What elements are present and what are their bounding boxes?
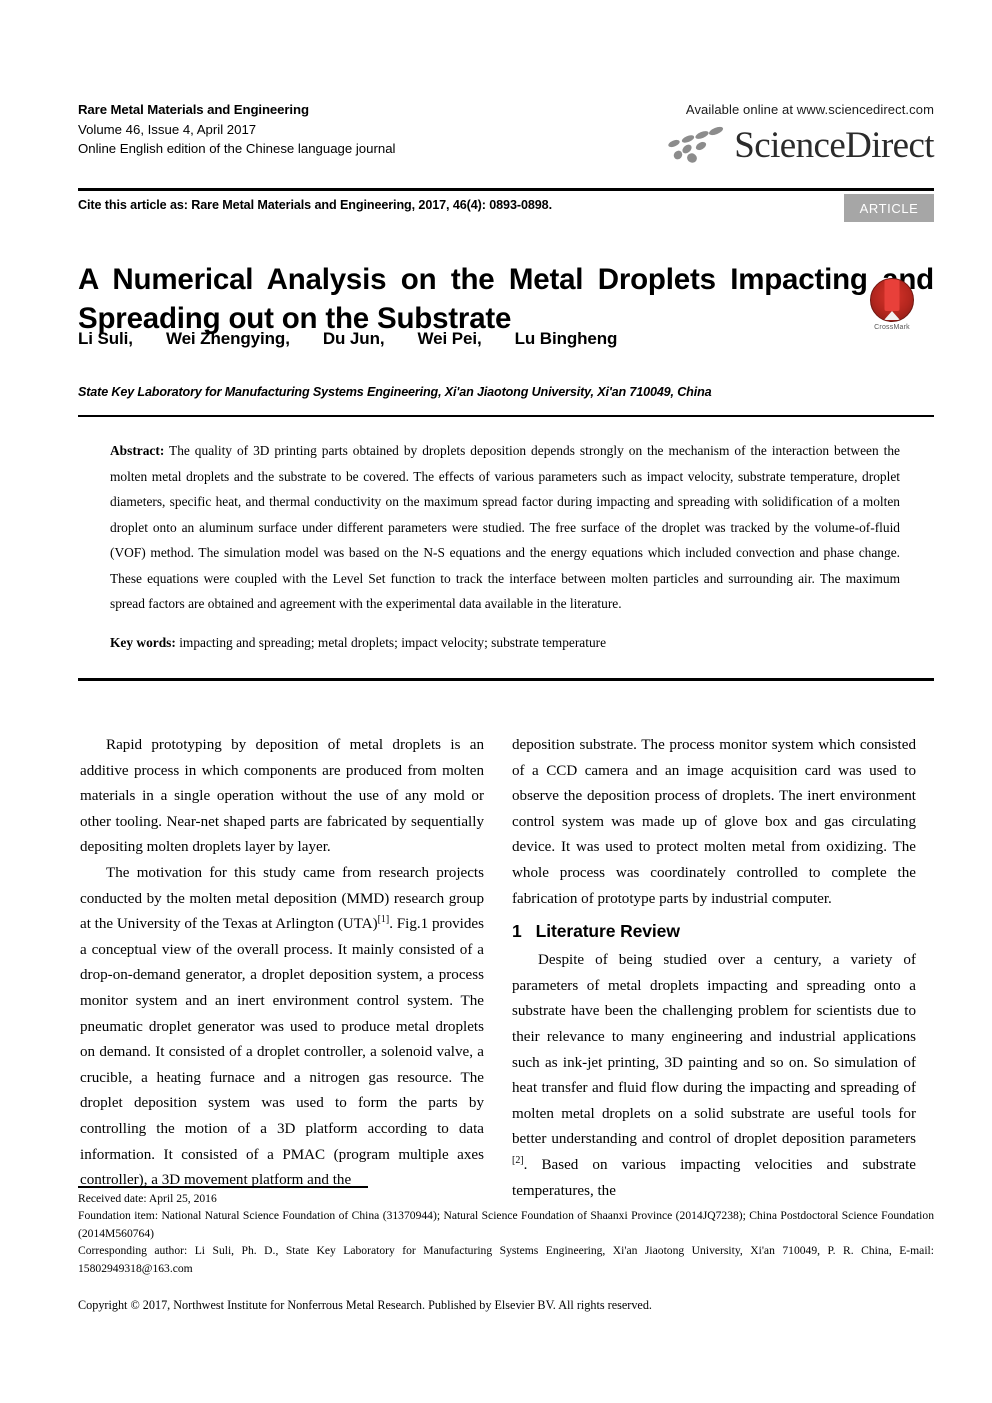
paragraph-text: . Fig.1 provides a conceptual view of th… <box>80 916 484 1189</box>
paper-page: Rare Metal Materials and Engineering Vol… <box>0 0 992 1403</box>
keywords-body: impacting and spreading; metal droplets;… <box>175 635 607 650</box>
article-type-badge: ARTICLE <box>844 194 934 222</box>
foundation-item: Foundation item: National Natural Scienc… <box>78 1209 934 1240</box>
author-name[interactable]: Du Jun, <box>323 329 385 348</box>
citation-ref[interactable]: [2] <box>512 1155 524 1166</box>
crossmark-badge[interactable]: CrossMark <box>864 278 920 334</box>
corresponding-author: Corresponding author: Li Suli, Ph. D., S… <box>78 1244 934 1275</box>
paragraph-text: Despite of being studied over a century,… <box>512 952 916 1148</box>
section-title: Literature Review <box>535 921 680 942</box>
affiliation: State Key Laboratory for Manufacturing S… <box>78 385 712 399</box>
copyright-notice: Copyright © 2017, Northwest Institute fo… <box>78 1298 652 1312</box>
sciencedirect-branding: Available online at www.sciencedirect.co… <box>604 102 935 166</box>
keywords: Key words: impacting and spreading; meta… <box>110 632 900 653</box>
author-name[interactable]: Li Suli, <box>78 329 133 348</box>
citation-text: Cite this article as: Rare Metal Materia… <box>78 198 552 212</box>
abstract-bottom-divider <box>78 678 934 681</box>
masthead: Rare Metal Materials and Engineering Vol… <box>78 100 935 186</box>
header-divider <box>78 188 934 191</box>
crossmark-icon <box>870 278 914 322</box>
abstract-label: Abstract: <box>110 443 165 458</box>
received-date: Received date: April 25, 2016 <box>78 1192 217 1205</box>
sciencedirect-wordmark: ScienceDirect <box>734 124 934 166</box>
journal-edition-note: Online English edition of the Chinese la… <box>78 141 396 156</box>
author-name[interactable]: Lu Bingheng <box>515 329 618 348</box>
sciencedirect-swoosh-icon <box>654 124 730 166</box>
body-column-right: deposition substrate. The process monito… <box>512 733 916 1204</box>
citation-ref[interactable]: [1] <box>378 914 390 925</box>
author-list: Li Suli, Wei Zhengying, Du Jun, Wei Pei, Lu … <box>78 329 934 349</box>
paragraph: Rapid prototyping by deposition of metal… <box>80 737 484 856</box>
available-online-text: Available online at www.sciencedirect.co… <box>685 102 934 117</box>
keywords-label: Key words: <box>110 635 176 650</box>
paragraph: deposition substrate. The process monito… <box>512 737 916 907</box>
sciencedirect-logo: ScienceDirect <box>604 124 935 166</box>
author-name[interactable]: Wei Zhengying, <box>166 329 290 348</box>
footnotes: Received date: April 25, 2016 Foundation… <box>78 1190 934 1277</box>
section-heading-literature-review: 1 Literature Review <box>512 919 916 943</box>
paragraph: The motivation for this study came from … <box>80 861 484 1194</box>
journal-volume-issue: Volume 46, Issue 4, April 2017 <box>78 121 257 137</box>
abstract-top-divider <box>78 415 934 417</box>
body-column-left: Rapid prototyping by deposition of metal… <box>80 733 484 1194</box>
paragraph: Despite of being studied over a century,… <box>512 948 916 1204</box>
footnote-divider <box>78 1186 368 1188</box>
journal-name: Rare Metal Materials and Engineering <box>78 102 309 117</box>
title-line-1: A Numerical Analysis on the Metal Drople… <box>78 262 934 296</box>
author-name[interactable]: Wei Pei, <box>417 329 481 348</box>
abstract: Abstract: The quality of 3D printing par… <box>110 438 900 617</box>
abstract-body: The quality of 3D printing parts obtaine… <box>110 443 900 611</box>
journal-info: Rare Metal Materials and Engineering Vol… <box>78 100 395 159</box>
page-title: A Numerical Analysis on the Metal Drople… <box>78 260 934 338</box>
citation-bar: Cite this article as: Rare Metal Materia… <box>78 194 934 224</box>
section-number: 1 <box>512 921 522 942</box>
